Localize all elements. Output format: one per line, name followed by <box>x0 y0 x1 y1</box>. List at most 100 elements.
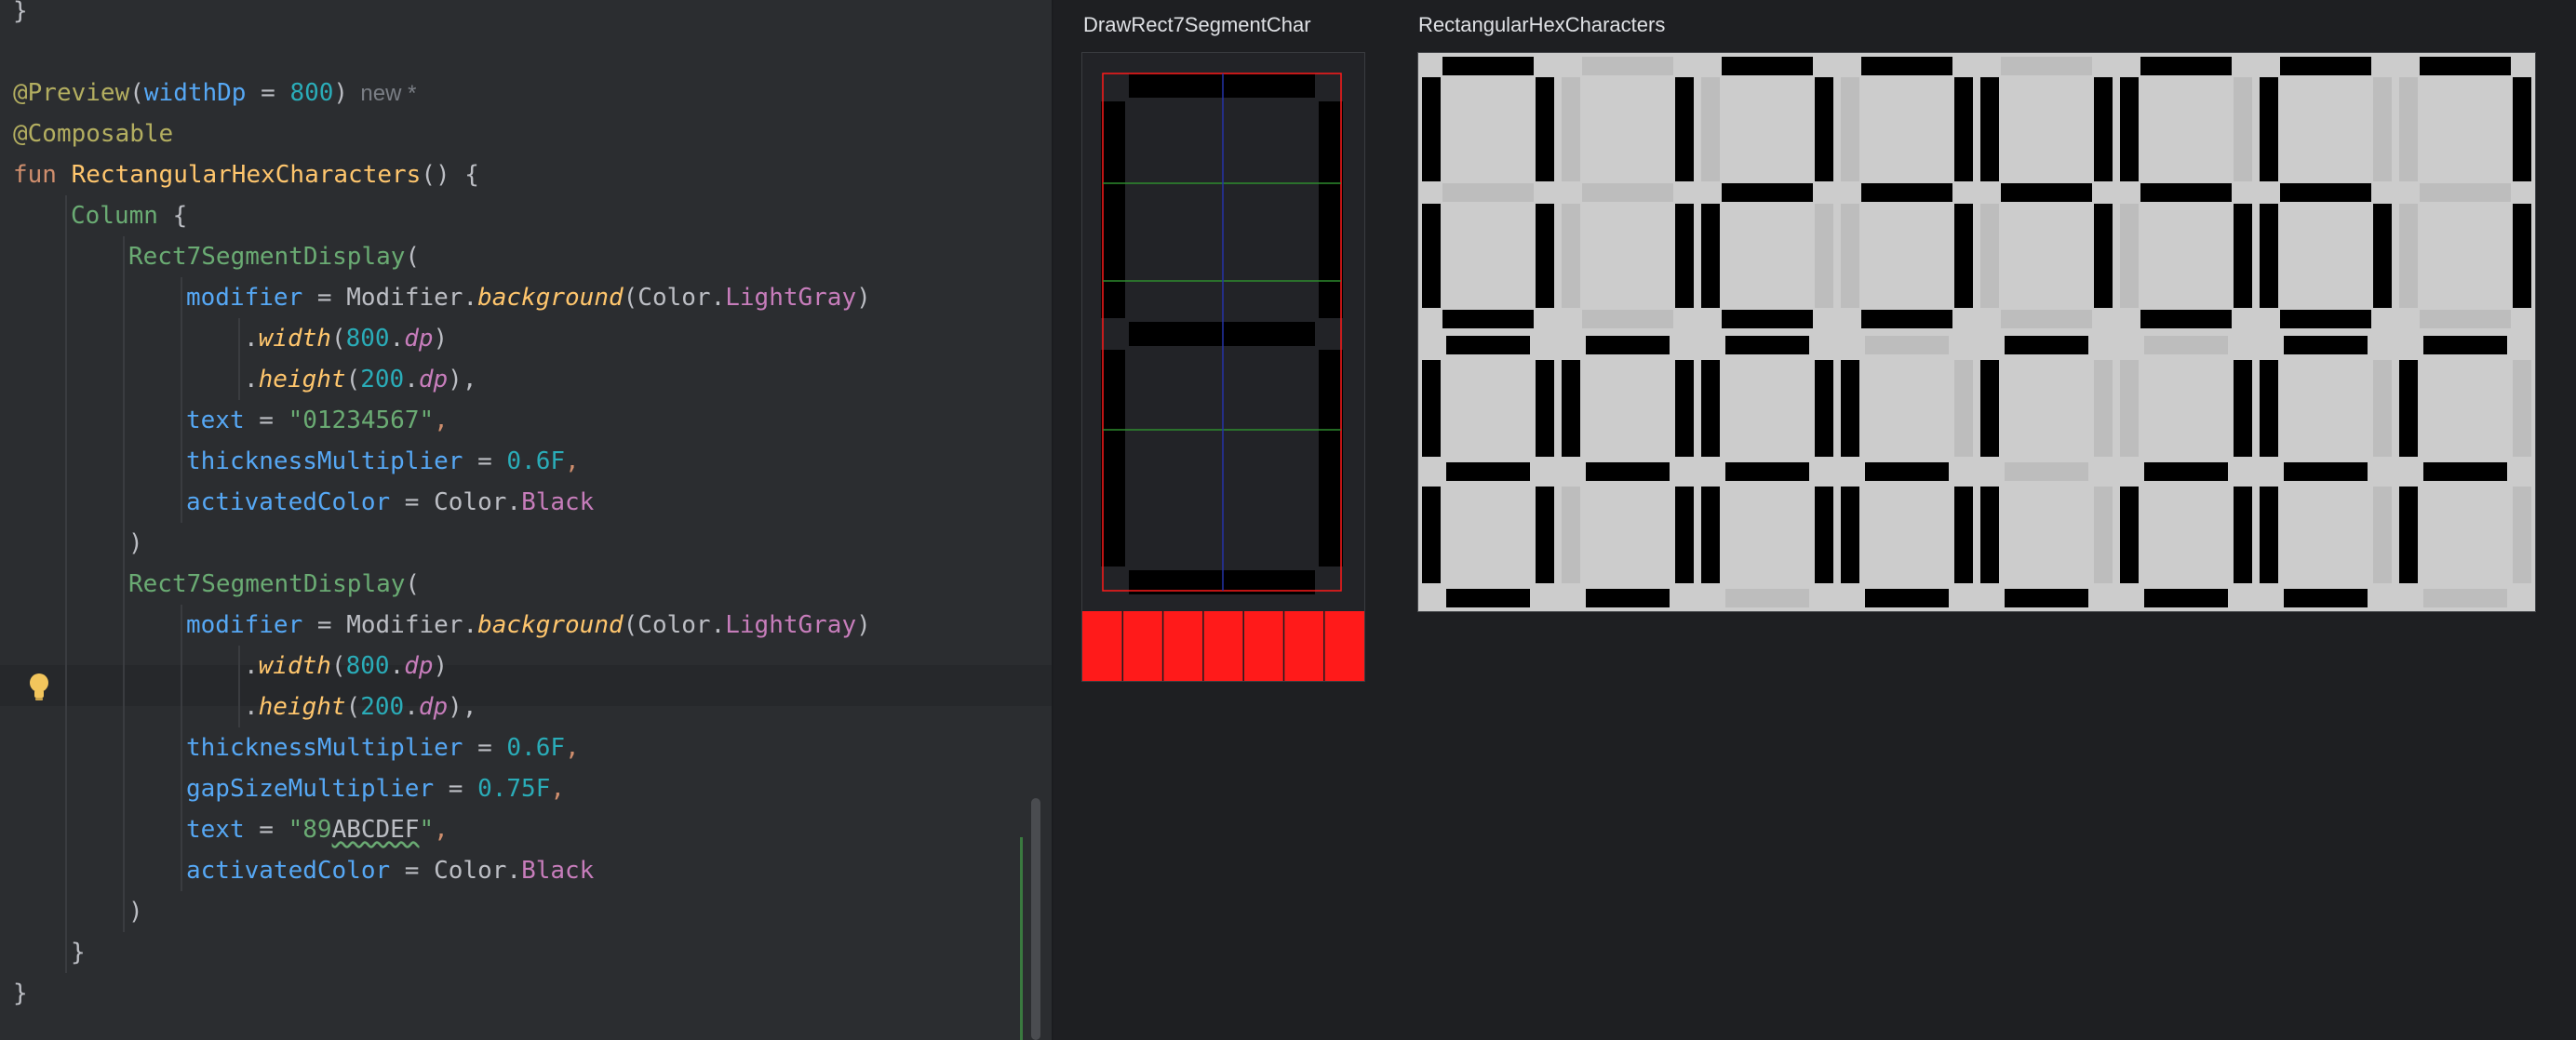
code-token: = <box>302 284 347 312</box>
code-token: text <box>186 816 245 844</box>
code-token: = <box>434 775 478 803</box>
indent-guide <box>123 277 125 318</box>
preview-rectangular-hex-characters[interactable] <box>1417 52 2536 612</box>
segment-g <box>1586 462 1670 481</box>
segment-d <box>1446 589 1530 607</box>
indent-guide <box>123 318 125 359</box>
segment-g <box>1722 183 1813 202</box>
code-line[interactable]: fun RectangularHexCharacters() { <box>13 154 479 195</box>
segment-f <box>1562 77 1580 181</box>
indent-guide <box>181 768 182 809</box>
segment-f <box>1422 77 1441 181</box>
indent-guide <box>123 400 125 441</box>
code-token: ( <box>129 79 144 107</box>
code-line[interactable]: modifier = Modifier.background(Color.Lig… <box>186 605 871 646</box>
code-line[interactable]: activatedColor = Color.Black <box>186 850 594 891</box>
code-line[interactable]: Rect7SegmentDisplay( <box>128 564 420 605</box>
indent-guide <box>181 441 182 482</box>
segment-b <box>2513 360 2531 457</box>
code-line[interactable]: Rect7SegmentDisplay( <box>128 236 420 277</box>
code-line[interactable]: activatedColor = Color.Black <box>186 482 594 523</box>
indent-guide <box>123 850 125 891</box>
code-line[interactable]: } <box>71 932 86 973</box>
segment-a <box>1586 336 1670 354</box>
indent-guide <box>123 441 125 482</box>
editor-scrollbar[interactable] <box>1031 798 1040 1040</box>
code-line[interactable]: .height(200.dp), <box>244 359 476 400</box>
code-token: , <box>565 447 580 475</box>
preview-title-rectangular-hex[interactable]: RectangularHexCharacters <box>1418 13 1665 37</box>
code-line[interactable]: .height(200.dp), <box>244 687 476 727</box>
indent-guide <box>181 727 182 768</box>
code-line[interactable]: thicknessMultiplier = 0.6F, <box>186 441 580 482</box>
code-line[interactable]: gapSizeMultiplier = 0.75F, <box>186 768 565 809</box>
lightbulb-icon[interactable] <box>26 672 52 701</box>
segment-a <box>2005 336 2088 354</box>
code-token: 800 <box>345 325 390 353</box>
code-token: activatedColor <box>186 857 391 885</box>
segment-d <box>2284 589 2368 607</box>
code-token: . <box>244 366 259 393</box>
code-token: Color <box>434 857 507 885</box>
code-line[interactable]: ) <box>128 891 143 932</box>
code-token: ( <box>345 366 361 393</box>
segment-g <box>2001 183 2092 202</box>
segment-c <box>2094 487 2113 583</box>
code-line[interactable]: } <box>13 0 28 32</box>
indent-guide <box>181 400 182 441</box>
segment-d <box>2280 310 2371 328</box>
code-token: . <box>463 611 478 639</box>
code-line[interactable]: .width(800.dp) <box>244 646 448 687</box>
segment-e <box>1562 204 1580 308</box>
segment-b <box>2513 77 2531 181</box>
segment-d <box>2001 310 2092 328</box>
code-token: = <box>302 611 347 639</box>
code-line[interactable]: @Preview(widthDp = 800) new * <box>13 73 416 113</box>
code-line[interactable]: text = "01234567", <box>186 400 449 441</box>
code-line[interactable]: Column { <box>71 195 187 236</box>
code-editor[interactable]: } @Preview(widthDp = 800) new * @Composabl… <box>0 0 1052 1040</box>
code-line[interactable]: @Composable <box>13 113 173 154</box>
code-token: activatedColor <box>186 488 391 516</box>
code-token: ) <box>128 898 143 926</box>
segment-g <box>2420 183 2511 202</box>
segment-f <box>1422 360 1441 457</box>
code-token: "01234567" <box>288 407 435 434</box>
indent-guide <box>238 687 240 727</box>
code-line[interactable]: modifier = Modifier.background(Color.Lig… <box>186 277 871 318</box>
hex-display-canvas <box>1418 53 2535 611</box>
code-line[interactable]: ) <box>128 523 143 564</box>
code-token: width <box>258 325 331 353</box>
code-line[interactable]: thicknessMultiplier = 0.6F, <box>186 727 580 768</box>
segment-d <box>1582 310 1673 328</box>
segment-a <box>1129 73 1315 98</box>
segment-b <box>2373 360 2392 457</box>
code-line[interactable]: } <box>13 973 28 1014</box>
segment-e <box>2120 204 2139 308</box>
code-token: height <box>258 366 346 393</box>
segment-c <box>1815 487 1833 583</box>
segment-c <box>2513 487 2531 583</box>
indent-guide <box>181 687 182 727</box>
indent-guide <box>65 359 67 400</box>
indent-guide <box>123 687 125 727</box>
code-token: Rect7SegmentDisplay <box>128 570 406 598</box>
preview-draw-rect7segment-char[interactable] <box>1081 52 1365 682</box>
code-line[interactable]: text = "89ABCDEF", <box>186 809 449 850</box>
segment-b <box>1675 77 1694 181</box>
segment-b <box>1319 101 1343 318</box>
panel-divider[interactable] <box>1052 0 1053 1040</box>
preview-title-draw-rect7segment[interactable]: DrawRect7SegmentChar <box>1083 13 1311 37</box>
segment-f <box>2120 360 2139 457</box>
segment-e <box>1841 487 1859 583</box>
segment-a <box>1582 57 1673 75</box>
segment-a <box>1442 57 1534 75</box>
indent-guide <box>65 727 67 768</box>
segment-d <box>1586 589 1670 607</box>
indent-guide <box>181 646 182 687</box>
segment-e <box>1980 487 1999 583</box>
code-line[interactable]: .width(800.dp) <box>244 318 448 359</box>
indent-guide <box>123 768 125 809</box>
segment-b <box>2234 360 2252 457</box>
code-token: ( <box>345 693 361 721</box>
